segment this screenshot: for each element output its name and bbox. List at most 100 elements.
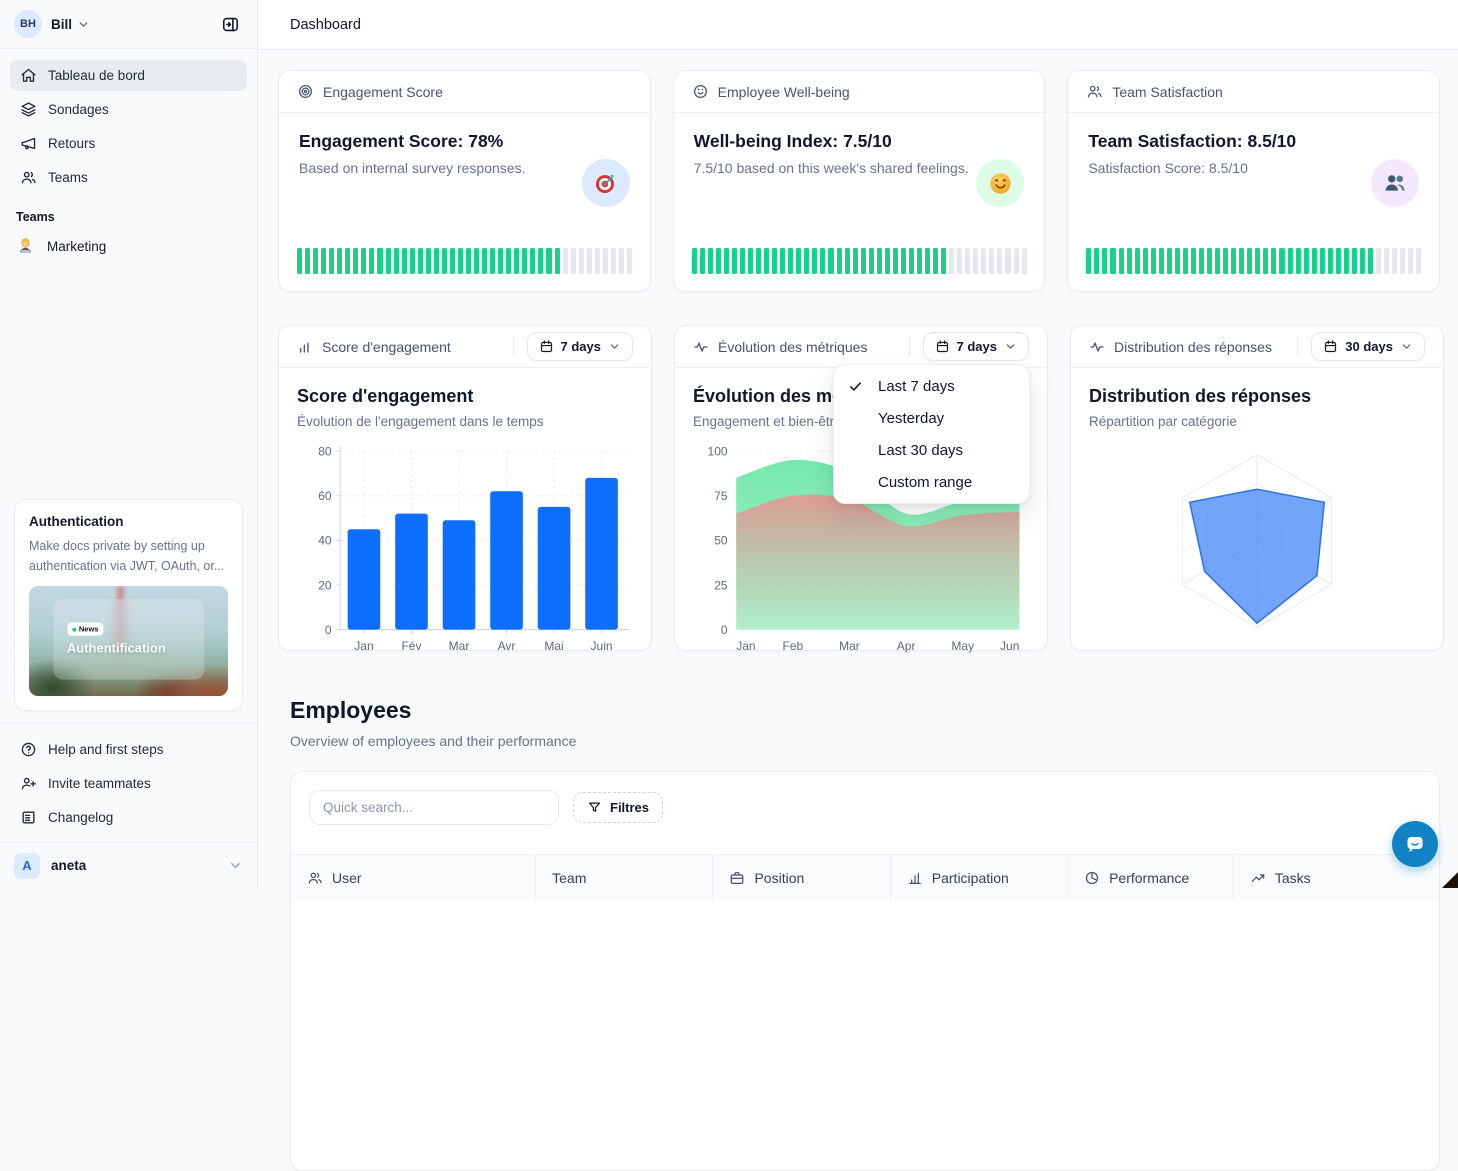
calendar-icon (539, 339, 554, 354)
radar-chart (1089, 433, 1425, 653)
employees-title: Employees (290, 697, 1440, 724)
sidebar-item-invite[interactable]: Invite teammates (10, 768, 247, 799)
trend-up-icon (1250, 870, 1266, 886)
svg-text:Avr: Avr (498, 639, 516, 653)
svg-text:0: 0 (721, 623, 728, 637)
engagement-score-card: Engagement Score Engagement Score: 78% B… (278, 70, 651, 292)
svg-text:0: 0 (325, 623, 332, 637)
date-range-button[interactable]: 7 days (527, 332, 633, 361)
menu-item-yesterday[interactable]: Yesterday (834, 402, 1029, 434)
chevron-down-icon (228, 858, 243, 873)
sidebar-user-row: BH Bill (0, 0, 257, 49)
sidebar-item-label: Changelog (48, 810, 113, 825)
svg-text:80: 80 (318, 444, 332, 458)
sidebar-item-changelog[interactable]: Changelog (10, 802, 247, 833)
column-header-team[interactable]: Team (536, 855, 713, 901)
calendar-icon (1323, 339, 1338, 354)
filters-button[interactable]: Filtres (573, 792, 663, 823)
svg-text:Jun: Jun (1000, 639, 1019, 653)
svg-text:May: May (951, 639, 974, 653)
stat-subtext: Based on internal survey responses. (299, 160, 630, 176)
sidebar-item-feedback[interactable]: Retours (10, 128, 247, 159)
busts-emoji (1371, 159, 1419, 207)
card-header: Employee Well-being (674, 71, 1045, 113)
card-header-label: Score d'engagement (322, 339, 451, 355)
column-header-participation[interactable]: Participation (891, 855, 1068, 901)
users-icon (1086, 83, 1103, 100)
svg-text:100: 100 (708, 444, 728, 458)
sidebar-section-teams: Teams (0, 196, 257, 230)
workspace-switcher[interactable]: A aneta (0, 842, 257, 888)
collapse-sidebar-icon[interactable] (215, 9, 245, 39)
sidebar-item-surveys[interactable]: Sondages (10, 94, 247, 125)
card-header: Évolution des métriques 7 days (675, 326, 1047, 368)
card-header: Score d'engagement 7 days (279, 326, 651, 368)
chevron-down-icon (608, 340, 621, 353)
authentication-promo-card[interactable]: Authentication Make docs private by sett… (14, 499, 243, 711)
team-item-label: Marketing (47, 239, 106, 254)
funnel-icon (587, 800, 602, 815)
sidebar-item-label: Tableau de bord (48, 68, 145, 83)
date-range-button[interactable]: 7 days (923, 332, 1029, 361)
menu-item-custom-range[interactable]: Custom range (834, 466, 1029, 498)
card-header: Distribution des réponses 30 days (1071, 326, 1443, 368)
promo-description: Make docs private by setting up authenti… (29, 537, 228, 576)
date-range-button[interactable]: 30 days (1311, 332, 1425, 361)
chevron-down-icon[interactable] (77, 18, 90, 31)
svg-text:Juin: Juin (591, 639, 613, 653)
menu-item-last-30-days[interactable]: Last 30 days (834, 434, 1029, 466)
pie-chart-icon (1084, 870, 1100, 886)
user-name[interactable]: Bill (51, 17, 72, 32)
technologist-emoji (16, 237, 35, 256)
card-header-label: Engagement Score (323, 84, 443, 100)
chevron-down-icon (1400, 340, 1413, 353)
sidebar-item-dashboard[interactable]: Tableau de bord (10, 60, 247, 91)
chart-title: Distribution des réponses (1089, 386, 1425, 407)
svg-text:Mar: Mar (449, 639, 470, 653)
sidebar-item-label: Invite teammates (48, 776, 151, 791)
check-icon (848, 379, 863, 394)
sidebar: BH Bill Tableau de bord Sondages Retours (0, 0, 258, 888)
svg-text:Fév: Fév (401, 639, 421, 653)
bar-chart: 020406080JanFévMarAvrMaiJuin (297, 433, 633, 665)
stat-headline: Engagement Score: 78% (299, 131, 630, 152)
column-header-performance[interactable]: Performance (1068, 855, 1234, 901)
sidebar-nav: Tableau de bord Sondages Retours Teams (0, 49, 257, 196)
svg-text:60: 60 (318, 489, 332, 503)
card-header-label: Distribution des réponses (1114, 339, 1272, 355)
promo-image[interactable]: News Authentification (29, 586, 228, 696)
table-toolbar: Filtres (291, 772, 1439, 843)
column-header-user[interactable]: User (291, 855, 536, 901)
megaphone-icon (20, 135, 37, 152)
search-input[interactable] (309, 790, 559, 825)
sidebar-item-help[interactable]: Help and first steps (10, 734, 247, 765)
news-badge: News (67, 623, 104, 636)
sidebar-item-label: Teams (48, 170, 88, 185)
svg-text:Apr: Apr (897, 639, 916, 653)
chat-bubble-icon (1403, 832, 1427, 856)
sidebar-item-teams[interactable]: Teams (10, 162, 247, 193)
briefcase-icon (729, 870, 745, 886)
promo-title: Authentication (29, 514, 228, 529)
user-plus-icon (20, 775, 37, 792)
team-satisfaction-card: Team Satisfaction Team Satisfaction: 8.5… (1067, 70, 1440, 292)
content: Engagement Score Engagement Score: 78% B… (258, 50, 1458, 1171)
column-header-position[interactable]: Position (713, 855, 890, 901)
sidebar-item-marketing[interactable]: Marketing (0, 230, 257, 262)
card-header-label: Team Satisfaction (1112, 84, 1223, 100)
svg-text:50: 50 (714, 534, 728, 548)
menu-item-last-7-days[interactable]: Last 7 days (834, 370, 1029, 402)
pulse-icon (1089, 339, 1105, 355)
page-title: Dashboard (290, 17, 361, 33)
svg-text:25: 25 (714, 578, 728, 592)
avatar[interactable]: BH (14, 10, 42, 38)
svg-text:Mai: Mai (544, 639, 563, 653)
users-icon (307, 870, 323, 886)
bar-columns-icon (297, 339, 313, 355)
stat-subtext: 7.5/10 based on this week's shared feeli… (694, 160, 1025, 176)
progress-bar (692, 248, 1027, 274)
svg-text:Jan: Jan (354, 639, 373, 653)
sidebar-item-label: Help and first steps (48, 742, 164, 757)
chat-launcher-button[interactable] (1392, 821, 1438, 867)
sidebar-spacer (0, 262, 257, 499)
